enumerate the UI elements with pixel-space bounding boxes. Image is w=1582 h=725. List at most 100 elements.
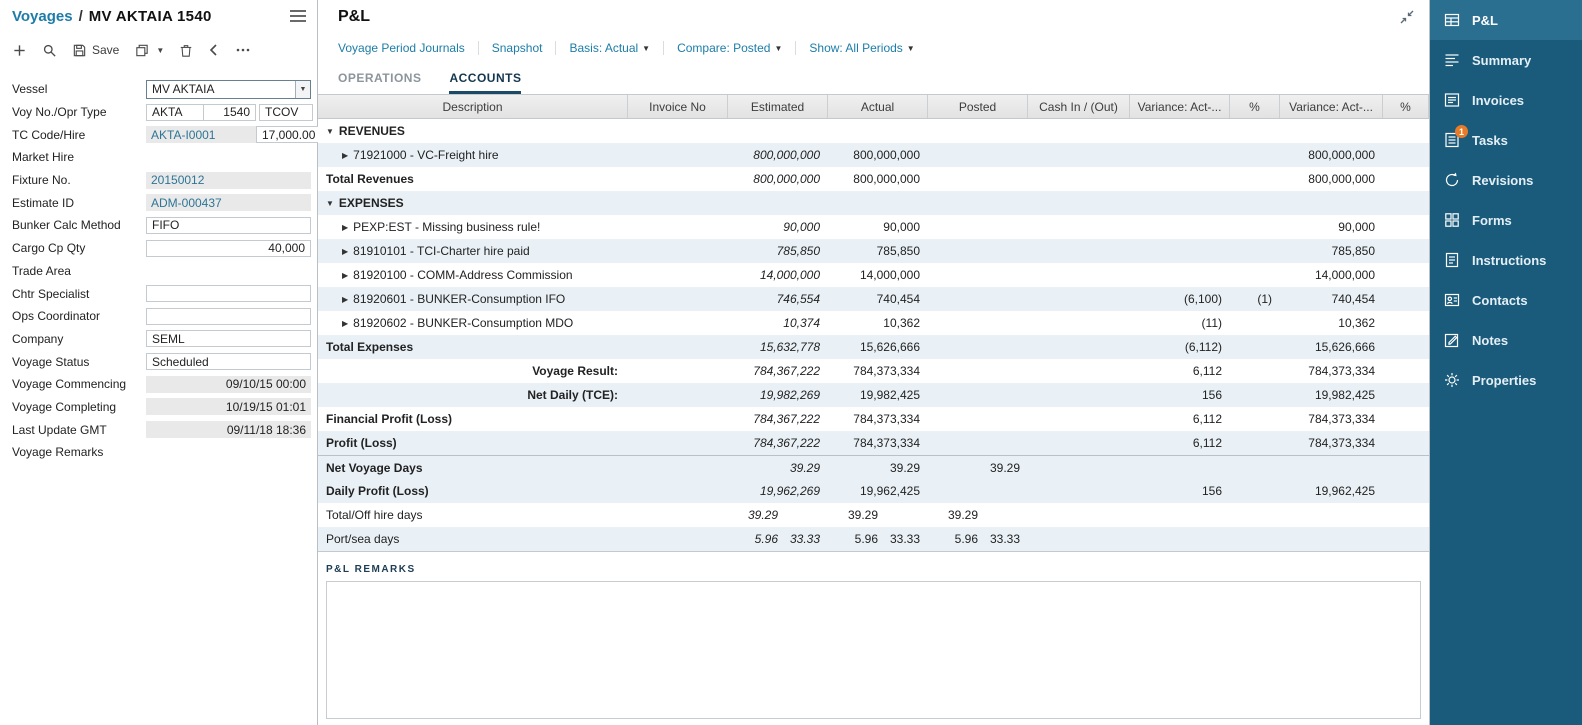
sidebar-item-revisions[interactable]: Revisions [1430, 160, 1582, 200]
toolbar-link-compare-posted[interactable]: Compare: Posted▼ [663, 41, 795, 55]
cell-p2 [1383, 119, 1429, 143]
sidebar-item-tasks[interactable]: 1Tasks [1430, 120, 1582, 160]
save-button[interactable]: Save [72, 43, 119, 58]
voyage-completing-field[interactable]: 10/19/15 01:01 [146, 398, 311, 415]
column-header[interactable]: Posted [928, 95, 1028, 118]
pnl-row[interactable]: ▶PEXP:EST - Missing business rule!90,000… [318, 215, 1429, 239]
expand-triangle-icon[interactable]: ▶ [342, 247, 348, 256]
column-header[interactable]: Cash In / (Out) [1028, 95, 1130, 118]
pnl-row[interactable]: Total/Off hire days39.2939.2939.29 [318, 503, 1429, 527]
tab-accounts[interactable]: ACCOUNTS [449, 71, 521, 94]
toolbar-link-show-all-periods[interactable]: Show: All Periods▼ [795, 41, 927, 55]
pnl-row[interactable]: ▼REVENUES [318, 119, 1429, 143]
sidebar-item-invoices[interactable]: Invoices [1430, 80, 1582, 120]
voy-number-field[interactable]: 1540 [204, 104, 256, 121]
pnl-row[interactable]: Profit (Loss)784,367,222784,373,3346,112… [318, 431, 1429, 455]
field-label-tc-code: TC Code/Hire [12, 128, 146, 142]
expand-triangle-icon[interactable]: ▶ [342, 151, 348, 160]
toolbar-link-voyage-period-journals[interactable]: Voyage Period Journals [338, 41, 478, 55]
sidebar-item-instructions[interactable]: Instructions [1430, 240, 1582, 280]
pnl-row[interactable]: Voyage Result:784,367,222784,373,3346,11… [318, 359, 1429, 383]
tc-code-field[interactable]: AKTA-I0001 [146, 126, 256, 143]
company-field[interactable]: SEML [146, 330, 311, 347]
pnl-row[interactable]: Net Daily (TCE):19,982,26919,982,4251561… [318, 383, 1429, 407]
pnl-row[interactable]: ▶81920602 - BUNKER-Consumption MDO10,374… [318, 311, 1429, 335]
sidebar-item-properties[interactable]: Properties [1430, 360, 1582, 400]
pnl-row[interactable]: Total Revenues800,000,000800,000,000800,… [318, 167, 1429, 191]
expand-triangle-icon[interactable]: ▶ [342, 271, 348, 280]
voyage-status-field[interactable]: Scheduled [146, 353, 311, 370]
cell-p1 [1230, 359, 1280, 383]
sidebar-item-contacts[interactable]: Contacts [1430, 280, 1582, 320]
sidebar-item-summary[interactable]: Summary [1430, 40, 1582, 80]
column-header[interactable]: % [1383, 95, 1429, 118]
add-button[interactable] [12, 43, 27, 58]
cell-v1: (6,112) [1130, 335, 1230, 359]
sidebar-item-label: Revisions [1472, 173, 1533, 188]
sidebar-item-p-l[interactable]: P&L [1430, 0, 1582, 40]
cell-v2 [1280, 456, 1383, 479]
cargo-qty-field[interactable]: 40,000 [146, 240, 311, 257]
opr-type-field[interactable]: TCOV [259, 104, 313, 121]
collapse-triangle-icon[interactable]: ▼ [326, 199, 334, 208]
column-header[interactable]: Variance: Act-... [1280, 95, 1383, 118]
collapse-triangle-icon[interactable]: ▼ [326, 127, 334, 136]
ops-coordinator-field[interactable] [146, 308, 311, 325]
cell-v1 [1130, 239, 1230, 263]
pnl-row[interactable]: Financial Profit (Loss)784,367,222784,37… [318, 407, 1429, 431]
pnl-row[interactable]: Daily Profit (Loss)19,962,26919,962,4251… [318, 479, 1429, 503]
pnl-title: P&L [338, 8, 370, 26]
pnl-row[interactable]: ▼EXPENSES [318, 191, 1429, 215]
cell-p1 [1230, 407, 1280, 431]
pnl-panel: P&L Voyage Period JournalsSnapshotBasis:… [318, 0, 1430, 725]
delete-button[interactable] [179, 43, 193, 58]
search-icon[interactable] [42, 43, 57, 58]
pnl-row[interactable]: Port/sea days5.9633.335.9633.335.9633.33 [318, 527, 1429, 551]
expand-triangle-icon[interactable]: ▶ [342, 223, 348, 232]
column-header[interactable]: Invoice No [628, 95, 728, 118]
cell-p2 [1383, 527, 1429, 551]
voyage-commencing-field[interactable]: 09/10/15 00:00 [146, 376, 311, 393]
pnl-row[interactable]: Total Expenses15,632,77815,626,666(6,112… [318, 335, 1429, 359]
menu-icon[interactable] [289, 9, 307, 23]
tab-operations[interactable]: OPERATIONS [338, 71, 421, 94]
fixture-no-field[interactable]: 20150012 [146, 172, 311, 189]
toolbar-link-snapshot[interactable]: Snapshot [478, 41, 556, 55]
cell-p1 [1230, 239, 1280, 263]
cell-desc: Voyage Result: [318, 359, 628, 383]
tc-hire-field[interactable]: 17,000.00 [256, 126, 321, 143]
pnl-icon [1443, 11, 1461, 29]
bunker-calc-field[interactable]: FIFO [146, 217, 311, 234]
pnl-grid-body: ▼REVENUES▶71921000 - VC-Freight hire800,… [318, 119, 1429, 552]
sidebar-menu: P&LSummaryInvoices1Tasks Revisions FormsIn… [1430, 0, 1582, 725]
pnl-remarks-input[interactable] [326, 581, 1421, 719]
duplicate-button[interactable]: ▼ [134, 43, 164, 58]
collapse-panel-icon[interactable] [1399, 9, 1415, 25]
pnl-row[interactable]: Net Voyage Days39.2939.2939.29 [318, 455, 1429, 479]
expand-triangle-icon[interactable]: ▶ [342, 319, 348, 328]
column-header[interactable]: Variance: Act-... [1130, 95, 1230, 118]
column-header[interactable]: % [1230, 95, 1280, 118]
back-button[interactable] [208, 43, 220, 57]
expand-triangle-icon[interactable]: ▶ [342, 295, 348, 304]
column-header[interactable]: Description [318, 95, 628, 118]
estimate-id-field[interactable]: ADM-000437 [146, 194, 311, 211]
chevron-down-icon[interactable]: ▼ [295, 81, 310, 98]
sidebar-item-forms[interactable]: Forms [1430, 200, 1582, 240]
cell-v1 [1130, 503, 1230, 527]
pnl-row[interactable]: ▶71921000 - VC-Freight hire800,000,00080… [318, 143, 1429, 167]
column-header[interactable]: Actual [828, 95, 928, 118]
breadcrumb-voyages-link[interactable]: Voyages [12, 8, 73, 25]
pnl-row[interactable]: ▶81920601 - BUNKER-Consumption IFO746,55… [318, 287, 1429, 311]
vessel-select[interactable]: MV AKTAIA ▼ [146, 80, 311, 99]
sidebar-item-notes[interactable]: Notes [1430, 320, 1582, 360]
chtr-specialist-field[interactable] [146, 285, 311, 302]
pnl-row[interactable]: ▶81910101 - TCI-Charter hire paid785,850… [318, 239, 1429, 263]
cell-p1 [1230, 263, 1280, 287]
toolbar-link-basis-actual[interactable]: Basis: Actual▼ [555, 41, 663, 55]
cell-cash [1028, 167, 1130, 191]
pnl-row[interactable]: ▶81920100 - COMM-Address Commission14,00… [318, 263, 1429, 287]
more-button[interactable] [235, 43, 251, 57]
voy-code-field[interactable]: AKTA [146, 104, 204, 121]
column-header[interactable]: Estimated [728, 95, 828, 118]
